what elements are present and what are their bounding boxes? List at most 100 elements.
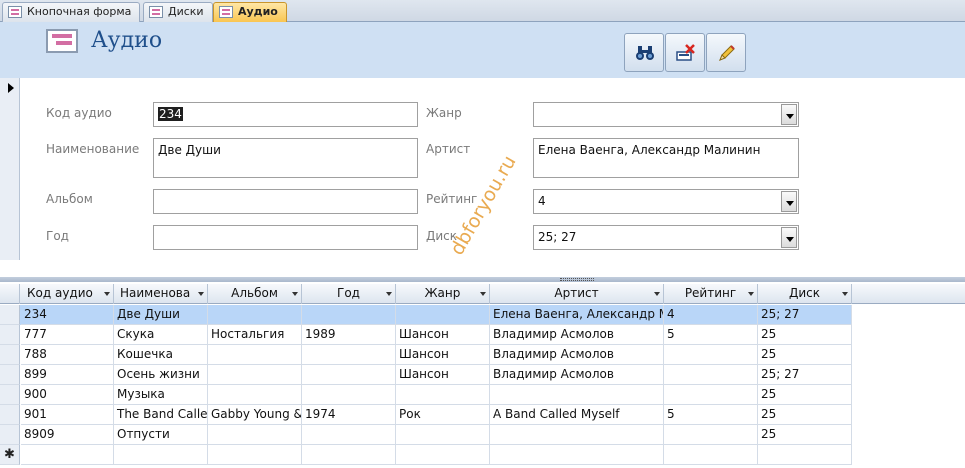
table-cell[interactable]	[664, 445, 758, 465]
table-row[interactable]: 899 Осень жизни Шансон Владимир Асмолов 25; …	[0, 365, 852, 385]
table-cell[interactable]	[208, 305, 302, 325]
table-cell[interactable]: 4	[664, 305, 758, 325]
column-header-name[interactable]: Наименова	[114, 284, 208, 304]
table-cell[interactable]	[302, 445, 396, 465]
table-cell[interactable]	[396, 425, 490, 445]
table-cell[interactable]	[302, 365, 396, 385]
artist-field[interactable]: Елена Ваенга, Александр Малинин	[533, 138, 799, 178]
column-header-disk[interactable]: Диск	[758, 284, 852, 304]
table-cell[interactable]	[21, 445, 114, 465]
table-cell[interactable]: 899	[21, 365, 114, 385]
table-cell[interactable]	[758, 445, 852, 465]
table-cell[interactable]: 25	[758, 325, 852, 345]
table-cell[interactable]: Кошечка	[114, 345, 208, 365]
select-all-corner[interactable]	[0, 284, 20, 304]
row-selector[interactable]	[0, 425, 20, 445]
table-cell[interactable]: 25	[758, 405, 852, 425]
table-cell[interactable]: 788	[21, 345, 114, 365]
table-cell[interactable]	[490, 385, 664, 405]
table-cell[interactable]: Отпусти	[114, 425, 208, 445]
table-cell[interactable]: Музыка	[114, 385, 208, 405]
table-cell[interactable]: Шансон	[396, 345, 490, 365]
column-header-album[interactable]: Альбом	[208, 284, 302, 304]
table-cell[interactable]	[396, 305, 490, 325]
edit-button[interactable]	[706, 33, 746, 72]
table-cell[interactable]: Рок	[396, 405, 490, 425]
table-row[interactable]: 777 Скука Ностальгия 1989 Шансон Владимир Асм…	[0, 325, 852, 345]
table-cell[interactable]	[302, 425, 396, 445]
table-row[interactable]: 8909 Отпусти 25	[0, 425, 852, 445]
table-cell[interactable]: 25	[758, 425, 852, 445]
table-cell[interactable]	[208, 445, 302, 465]
table-cell[interactable]	[302, 385, 396, 405]
table-cell[interactable]: 901	[21, 405, 114, 425]
chevron-down-icon[interactable]	[781, 104, 797, 125]
rating-combo[interactable]: 4	[533, 189, 799, 214]
row-selector[interactable]	[0, 405, 20, 425]
table-cell[interactable]: 25; 27	[758, 305, 852, 325]
table-cell[interactable]: Ностальгия	[208, 325, 302, 345]
splitter-grip-icon[interactable]	[560, 278, 594, 281]
table-row[interactable]: 900 Музыка 25	[0, 385, 852, 405]
table-cell[interactable]	[396, 445, 490, 465]
table-cell[interactable]: 5	[664, 325, 758, 345]
row-selector[interactable]	[0, 305, 20, 325]
table-row[interactable]: 234 Две Души Елена Ваенга, Александр М 4 25;…	[0, 305, 852, 325]
table-cell[interactable]: 5	[664, 405, 758, 425]
table-cell[interactable]: Скука	[114, 325, 208, 345]
column-header-year[interactable]: Год	[302, 284, 396, 304]
table-cell[interactable]	[302, 305, 396, 325]
table-cell[interactable]: Шансон	[396, 325, 490, 345]
code-field[interactable]: 234	[153, 102, 418, 127]
table-cell[interactable]	[664, 365, 758, 385]
table-cell[interactable]	[208, 365, 302, 385]
table-cell[interactable]: Gabby Young &	[208, 405, 302, 425]
find-button[interactable]	[624, 33, 664, 72]
delete-record-button[interactable]	[665, 33, 705, 72]
table-cell[interactable]: 25	[758, 385, 852, 405]
tab-button-form[interactable]: Кнопочная форма	[2, 2, 141, 22]
column-header-rating[interactable]: Рейтинг	[664, 284, 758, 304]
row-selector[interactable]	[0, 325, 20, 345]
table-cell[interactable]	[302, 345, 396, 365]
row-selector[interactable]: ✱	[0, 445, 20, 465]
table-cell[interactable]: Владимир Асмолов	[490, 365, 664, 385]
table-cell[interactable]: A Band Called Myself	[490, 405, 664, 425]
table-cell[interactable]: Елена Ваенга, Александр М	[490, 305, 664, 325]
table-cell[interactable]: Шансон	[396, 365, 490, 385]
table-cell[interactable]	[664, 385, 758, 405]
record-selector[interactable]	[0, 78, 20, 260]
album-field[interactable]	[153, 189, 418, 214]
column-header-code[interactable]: Код аудио	[21, 284, 114, 304]
disk-combo[interactable]: 25; 27	[533, 225, 799, 250]
table-cell[interactable]: Владимир Асмолов	[490, 325, 664, 345]
table-cell[interactable]: 1989	[302, 325, 396, 345]
new-record-row[interactable]: ✱	[0, 445, 852, 465]
tab-disks[interactable]: Диски	[143, 2, 213, 22]
column-header-artist[interactable]: Артист	[490, 284, 664, 304]
chevron-down-icon[interactable]	[781, 191, 797, 212]
table-cell[interactable]	[208, 425, 302, 445]
table-cell[interactable]: 8909	[21, 425, 114, 445]
name-field[interactable]: Две Души	[153, 138, 418, 178]
table-cell[interactable]: 900	[21, 385, 114, 405]
table-cell[interactable]: 234	[21, 305, 114, 325]
table-cell[interactable]	[490, 445, 664, 465]
chevron-down-icon[interactable]	[781, 227, 797, 248]
table-cell[interactable]	[396, 385, 490, 405]
column-header-genre[interactable]: Жанр	[396, 284, 490, 304]
row-selector[interactable]	[0, 365, 20, 385]
table-cell[interactable]: 777	[21, 325, 114, 345]
table-cell[interactable]: Осень жизни	[114, 365, 208, 385]
table-row[interactable]: 788 Кошечка Шансон Владимир Асмолов 25	[0, 345, 852, 365]
table-row[interactable]: 901 The Band Calle Gabby Young & 1974 Рок A B…	[0, 405, 852, 425]
split-form-divider[interactable]	[0, 260, 965, 282]
table-cell[interactable]: 25; 27	[758, 365, 852, 385]
table-cell[interactable]	[114, 445, 208, 465]
table-cell[interactable]: Две Души	[114, 305, 208, 325]
table-cell[interactable]	[208, 385, 302, 405]
table-cell[interactable]	[490, 425, 664, 445]
table-cell[interactable]	[664, 345, 758, 365]
table-cell[interactable]	[208, 345, 302, 365]
year-field[interactable]	[153, 225, 418, 250]
